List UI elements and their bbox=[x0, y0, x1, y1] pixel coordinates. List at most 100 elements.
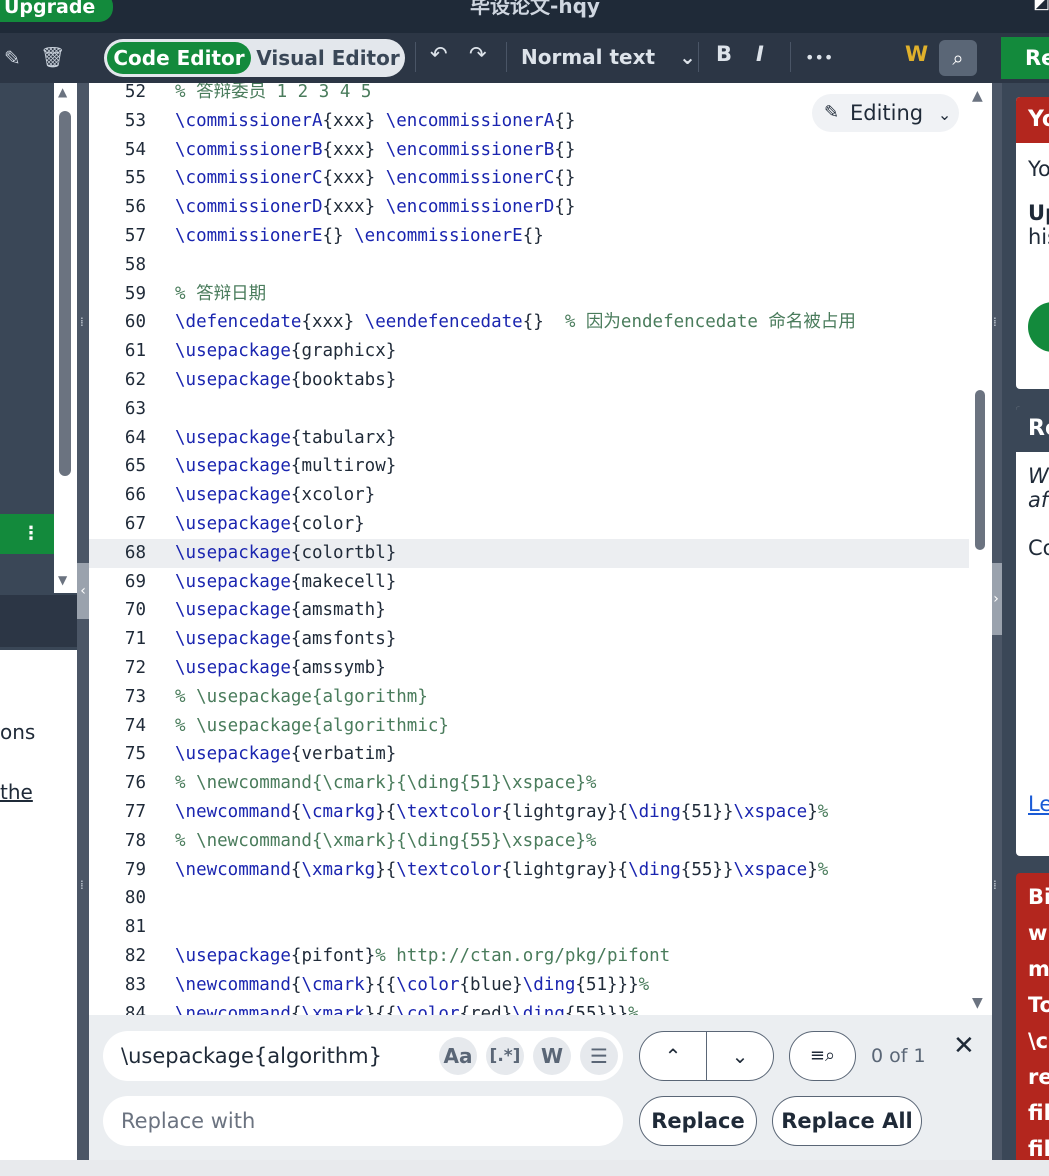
line-text[interactable]: \usepackage{pifont}% http://ctan.org/pkg… bbox=[175, 942, 670, 971]
line-text[interactable]: \usepackage{makecell} bbox=[175, 568, 396, 597]
card-upgrade-button[interactable] bbox=[1028, 302, 1049, 352]
line-text[interactable]: \usepackage{amsfonts} bbox=[175, 625, 396, 654]
pencil-icon[interactable]: ✎ bbox=[4, 46, 21, 70]
scroll-up-icon[interactable]: ▲ bbox=[972, 88, 983, 104]
previous-match-icon[interactable]: ⌃ bbox=[640, 1032, 706, 1080]
drag-handle-icon[interactable]: ⁞ bbox=[80, 878, 84, 892]
line-text[interactable]: \usepackage{amssymb} bbox=[175, 654, 386, 683]
close-icon[interactable]: ✕ bbox=[953, 1031, 975, 1061]
code-editor-tab[interactable]: Code Editor bbox=[107, 42, 251, 74]
code-line[interactable]: 72 \usepackage{amssymb} bbox=[89, 654, 969, 683]
code-line[interactable]: 84 \newcommand{\xmark}{{\color{red}\ding{… bbox=[89, 1000, 969, 1015]
kebab-menu-icon[interactable]: ⋮ bbox=[22, 523, 40, 544]
bold-button[interactable]: B bbox=[716, 42, 732, 66]
line-text[interactable]: \usepackage{tabularx} bbox=[175, 424, 396, 453]
code-line[interactable]: 59 % 答辩日期 bbox=[89, 280, 969, 309]
visual-editor-tab[interactable]: Visual Editor bbox=[254, 42, 402, 74]
search-icon[interactable]: ⌕ bbox=[939, 40, 977, 76]
review-button[interactable]: Re bbox=[1001, 37, 1049, 79]
code-line[interactable]: 68 \usepackage{colortbl} bbox=[89, 538, 969, 568]
line-text[interactable]: % \usepackage{algorithmic} bbox=[175, 712, 449, 741]
replace-all-button[interactable]: Replace All bbox=[772, 1096, 922, 1146]
line-text[interactable]: \usepackage{xcolor} bbox=[175, 481, 375, 510]
replace-input[interactable]: Replace with bbox=[103, 1096, 623, 1146]
line-text[interactable]: \commissionerE{} \encommissionerE{} bbox=[175, 222, 544, 251]
line-text[interactable]: \newcommand{\xmark}{{\color{red}\ding{55… bbox=[175, 1000, 639, 1015]
code-line[interactable]: 57 \commissionerE{} \encommissionerE{} bbox=[89, 222, 969, 251]
line-text[interactable]: \commissionerB{xxx} \encommissionerB{} bbox=[175, 136, 575, 165]
undo-icon[interactable]: ↶ bbox=[430, 42, 448, 66]
code-line[interactable]: 58 bbox=[89, 251, 969, 280]
left-resize-gutter[interactable]: ‹ ⁞ ⁞ bbox=[77, 83, 89, 1160]
match-case-toggle[interactable]: Aa bbox=[439, 1037, 477, 1075]
more-options-button[interactable]: ••• bbox=[805, 48, 833, 67]
line-text[interactable]: \usepackage{colortbl} bbox=[175, 539, 396, 568]
layout-icon[interactable]: ◩ bbox=[1033, 0, 1049, 13]
line-text[interactable]: % \usepackage{algorithm} bbox=[175, 683, 428, 712]
italic-button[interactable]: I bbox=[756, 42, 764, 66]
line-text[interactable]: \usepackage{verbatim} bbox=[175, 740, 396, 769]
code-line[interactable]: 54 \commissionerB{xxx} \encommissionerB{} bbox=[89, 136, 969, 165]
line-text[interactable]: \usepackage{graphicx} bbox=[175, 337, 396, 366]
code-line[interactable]: 73 % \usepackage{algorithm} bbox=[89, 683, 969, 712]
line-text[interactable]: \commissionerD{xxx} \encommissionerD{} bbox=[175, 193, 575, 222]
scroll-down-icon[interactable]: ▼ bbox=[58, 573, 67, 587]
outline-header[interactable] bbox=[0, 595, 78, 647]
scroll-up-icon[interactable]: ▲ bbox=[58, 85, 67, 99]
code-line[interactable]: 66 \usepackage{xcolor} bbox=[89, 481, 969, 510]
code-line[interactable]: 77 \newcommand{\cmarkg}{\textcolor{lightg… bbox=[89, 798, 969, 827]
document-title[interactable]: 毕设论文-hqy bbox=[430, 0, 640, 19]
code-line[interactable]: 75 \usepackage{verbatim} bbox=[89, 740, 969, 769]
drag-handle-icon[interactable]: ⁞ bbox=[993, 878, 997, 892]
code-line[interactable]: 61 \usepackage{graphicx} bbox=[89, 337, 969, 366]
line-text[interactable]: \newcommand{\cmarkg}{\textcolor{lightgra… bbox=[175, 798, 828, 827]
code-line[interactable]: 76 % \newcommand{\cmark}{\ding{51}\xspace… bbox=[89, 769, 969, 798]
code-line[interactable]: 82 \usepackage{pifont}% http://ctan.org/p… bbox=[89, 942, 969, 971]
line-text[interactable]: % \newcommand{\xmark}{\ding{55}\xspace}% bbox=[175, 827, 596, 856]
line-text[interactable]: \newcommand{\cmark}{{\color{blue}\ding{5… bbox=[175, 971, 649, 1000]
code-line[interactable]: 62 \usepackage{booktabs} bbox=[89, 366, 969, 395]
upgrade-button[interactable]: Upgrade bbox=[0, 0, 114, 22]
scroll-down-icon[interactable]: ▼ bbox=[972, 995, 983, 1011]
trash-icon[interactable]: 🗑 bbox=[40, 45, 65, 69]
code-line[interactable]: 80 bbox=[89, 884, 969, 913]
editing-mode-dropdown[interactable]: ✎ Editing ⌄ bbox=[812, 94, 959, 132]
code-line[interactable]: 56 \commissionerD{xxx} \encommissionerD{} bbox=[89, 193, 969, 222]
redo-icon[interactable]: ↷ bbox=[469, 42, 487, 66]
code-line[interactable]: 78 % \newcommand{\xmark}{\ding{55}\xspace… bbox=[89, 827, 969, 856]
replace-button[interactable]: Replace bbox=[639, 1096, 757, 1146]
code-line[interactable]: 71 \usepackage{amsfonts} bbox=[89, 625, 969, 654]
line-text[interactable]: \commissionerC{xxx} \encommissionerC{} bbox=[175, 164, 575, 193]
line-text[interactable]: \commissionerA{xxx} \encommissionerA{} bbox=[175, 107, 575, 136]
line-text[interactable]: \usepackage{color} bbox=[175, 510, 365, 539]
code-editor[interactable]: 52 % 答辩委员 1 2 3 4 5 53 \commissionerA{xxx} … bbox=[89, 83, 992, 1015]
file-tree-scroll-thumb[interactable] bbox=[59, 111, 71, 476]
whole-word-toggle[interactable]: W bbox=[533, 1037, 571, 1075]
drag-handle-icon[interactable]: ⁞ bbox=[80, 315, 84, 329]
drag-handle-icon[interactable]: ⁞ bbox=[993, 315, 997, 329]
code-line[interactable]: 83 \newcommand{\cmark}{{\color{blue}\ding… bbox=[89, 971, 969, 1000]
code-line[interactable]: 60 \defencedate{xxx} \eendefencedate{} % … bbox=[89, 308, 969, 337]
writefull-icon[interactable]: W bbox=[905, 42, 928, 66]
line-text[interactable]: \usepackage{amsmath} bbox=[175, 596, 386, 625]
code-line[interactable]: 81 bbox=[89, 913, 969, 942]
search-selection-icon[interactable]: ≡⌕ bbox=[789, 1031, 856, 1081]
code-line[interactable]: 64 \usepackage{tabularx} bbox=[89, 424, 969, 453]
line-text[interactable]: \usepackage{multirow} bbox=[175, 452, 396, 481]
code-line[interactable]: 55 \commissionerC{xxx} \encommissionerC{} bbox=[89, 164, 969, 193]
line-text[interactable]: % 答辩委员 1 2 3 4 5 bbox=[175, 83, 371, 107]
next-match-icon[interactable]: ⌄ bbox=[707, 1032, 773, 1080]
line-text[interactable]: \usepackage{booktabs} bbox=[175, 366, 396, 395]
editor-scroll-thumb[interactable] bbox=[975, 390, 985, 550]
file-tree-selected-item[interactable]: ⋮ bbox=[0, 514, 54, 554]
code-line[interactable]: 67 \usepackage{color} bbox=[89, 510, 969, 539]
code-line[interactable]: 70 \usepackage{amsmath} bbox=[89, 596, 969, 625]
outline-link[interactable]: the bbox=[0, 780, 33, 804]
code-line[interactable]: 79 \newcommand{\xmarkg}{\textcolor{lightg… bbox=[89, 856, 969, 885]
editor-mode-toggle[interactable]: Code Editor Visual Editor bbox=[104, 39, 405, 77]
code-line[interactable]: 69 \usepackage{makecell} bbox=[89, 568, 969, 597]
card-link[interactable]: Le bbox=[1016, 792, 1049, 816]
code-line[interactable]: 74 % \usepackage{algorithmic} bbox=[89, 712, 969, 741]
line-text[interactable]: % \newcommand{\cmark}{\ding{51}\xspace}% bbox=[175, 769, 596, 798]
regex-toggle[interactable]: [.*] bbox=[486, 1037, 524, 1075]
